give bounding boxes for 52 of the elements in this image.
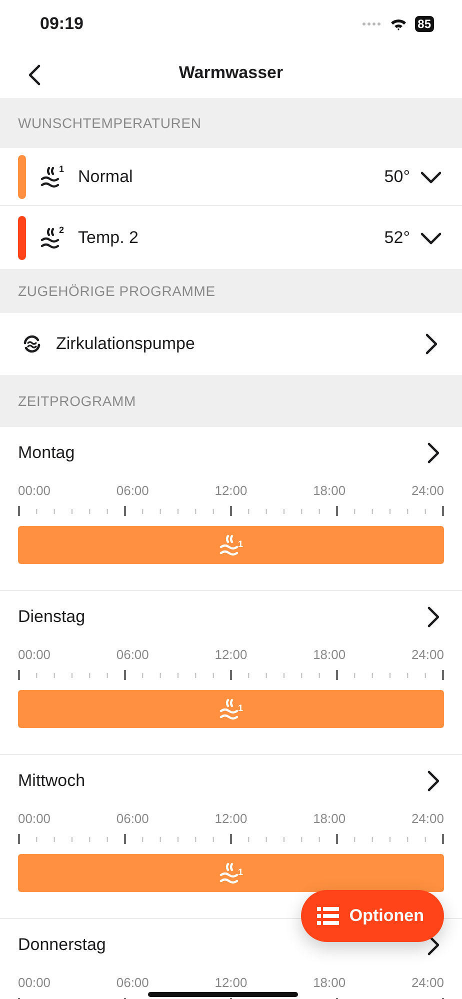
time-label: 12:00 [214,483,248,498]
water-wave-icon [40,166,60,188]
day-name[interactable]: Dienstag [18,607,86,627]
day-name[interactable]: Montag [18,443,75,463]
section-header: WUNSCHTEMPERATUREN [0,98,462,148]
signal-icon [362,22,382,26]
section-header: ZEITPROGRAMM [0,375,462,427]
level-number: 1 [238,539,243,549]
time-label: 18:00 [313,975,346,990]
temperature-label: Temp. 2 [78,228,140,248]
status-time: 09:19 [40,14,84,34]
time-label: 18:00 [313,647,346,662]
time-label: 00:00 [18,647,51,662]
day-name[interactable]: Mittwoch [18,771,86,791]
program-row[interactable]: Zirkulationspumpe [0,313,462,375]
time-label: 24:00 [411,483,444,498]
temperature-row[interactable]: 1 Normal 50° [0,148,462,206]
temperature-value: 52° [384,228,410,248]
battery-level: 85 [414,16,434,32]
time-label: 00:00 [18,811,51,826]
program-label: Zirkulationspumpe [56,334,196,354]
temperature-row[interactable]: 2 Temp. 2 52° [0,206,462,269]
water-wave-icon [218,698,239,720]
time-label: 12:00 [214,647,248,662]
level-number: 1 [238,867,243,877]
time-label: 06:00 [116,647,149,662]
time-label: 24:00 [411,975,444,990]
time-label: 12:00 [214,975,248,990]
time-label: 06:00 [116,483,149,498]
level-number: 1 [238,703,243,713]
time-label: 18:00 [313,483,346,498]
page-title: Warmwasser [178,63,284,83]
time-label: 12:00 [214,811,248,826]
temperature-label: Normal [78,166,134,186]
wifi-icon [390,18,407,30]
time-label: 00:00 [18,975,51,990]
time-label: 06:00 [116,811,149,826]
level-number: 1 [59,164,64,174]
time-label: 24:00 [411,811,444,826]
list-icon [317,907,340,925]
time-label: 00:00 [18,483,51,498]
time-label: 18:00 [313,811,346,826]
time-label: 24:00 [411,647,444,662]
temperature-value: 50° [384,166,410,186]
section-header: ZUGEHÖRIGE PROGRAMME [0,269,462,313]
level-number: 2 [59,224,64,234]
water-wave-icon [218,862,239,884]
time-label: 06:00 [116,975,149,990]
water-wave-icon [218,534,239,556]
circulation-icon [22,334,42,354]
day-name[interactable]: Donnerstag [18,935,106,955]
water-wave-icon [40,226,60,248]
